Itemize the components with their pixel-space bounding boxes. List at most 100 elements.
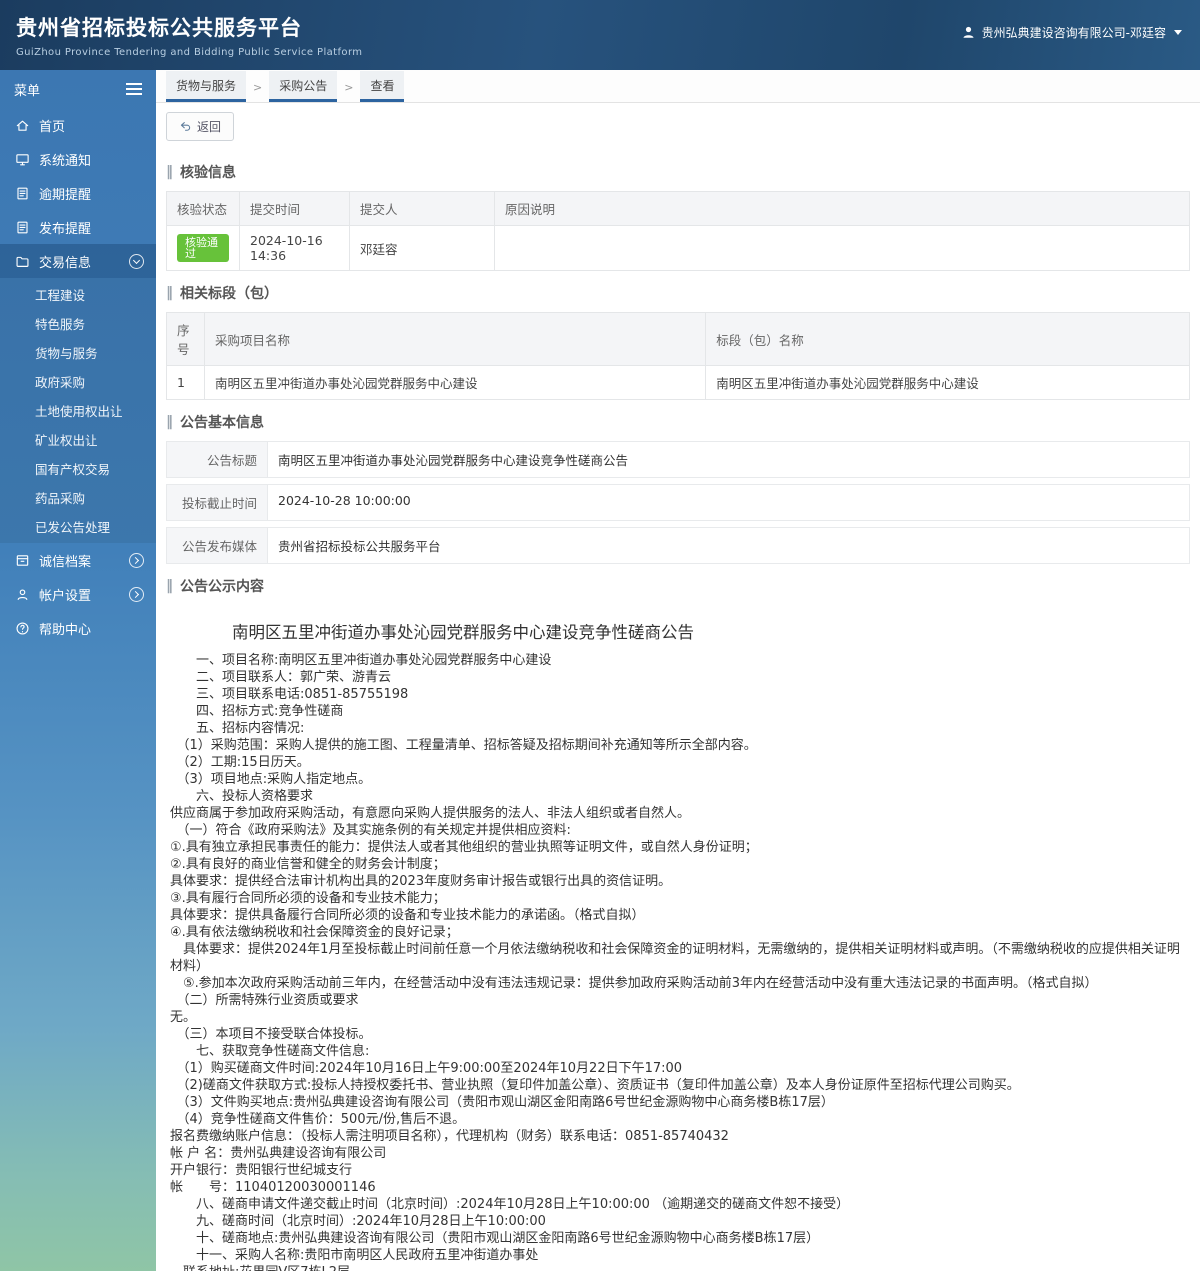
content-paragraph: 具体要求：提供经合法审计机构出具的2023年度财务审计报告或银行出具的资信证明。 (170, 874, 672, 889)
sidebar-item-label: 系统通知 (39, 153, 92, 169)
sidebar-item-system-notice[interactable]: 系统通知 (0, 142, 156, 176)
field-label: 投标截止时间 (166, 484, 268, 521)
sidebar-subitem-engineering[interactable]: 工程建设 (0, 280, 156, 309)
info-row-title: 公告标题 南明区五里冲街道办事处沁园党群服务中心建设竞争性磋商公告 (166, 441, 1190, 478)
subitem-label: 政府采购 (35, 375, 86, 390)
question-icon (16, 621, 29, 635)
sidebar-item-label: 发布提醒 (39, 221, 92, 237)
toolbar: 返回 (156, 103, 1200, 150)
notice-content: 南明区五里冲街道办事处沁园党群服务中心建设竞争性磋商公告 一、项目名称:南明区五… (166, 605, 1190, 1271)
field-label: 公告发布媒体 (166, 527, 268, 564)
sidebar-subitem-published-announcements[interactable]: 已发公告处理 (0, 512, 156, 541)
breadcrumb-item-procurement-announcement[interactable]: 采购公告 (269, 71, 338, 102)
sidebar-item-integrity-archive[interactable]: 诚信档案 (0, 543, 156, 577)
notice-section: ‖ 公告公示内容 南明区五里冲街道办事处沁园党群服务中心建设竞争性磋商公告 一、… (166, 576, 1190, 1271)
section-title: ‖ 公告基本信息 (166, 412, 1190, 432)
content-paragraph: （2）工期:15日历天。 (170, 755, 310, 770)
breadcrumb-item-goods-services[interactable]: 货物与服务 (166, 71, 247, 102)
column-header: 原因说明 (494, 191, 1190, 226)
content-paragraph: 供应商属于参加政府采购活动，有意愿向采购人提供服务的法人、非法人组织或者自然人。 (170, 806, 691, 821)
content-paragraph: 五、招标内容情况: (170, 721, 305, 736)
content-paragraph: 无。 (170, 1009, 197, 1025)
chevron-down-icon (129, 253, 144, 269)
status-badge: 核验通过 (177, 234, 229, 262)
subitem-label: 土地使用权出让 (35, 404, 123, 419)
menu-label: 菜单 (14, 83, 41, 99)
sidebar-item-label: 首页 (39, 119, 66, 135)
sidebar-subitem-land-use-rights[interactable]: 土地使用权出让 (0, 396, 156, 425)
content-paragraph: 具体要求：提供2024年1月至投标截止时间前任意一个月依法缴纳税收和社会保障资金… (170, 942, 1180, 974)
monitor-icon (16, 153, 29, 165)
sidebar-subitem-state-property[interactable]: 国有产权交易 (0, 454, 156, 483)
sidebar-menu-header: 菜单 (0, 70, 156, 108)
content-paragraph: ⑤.参加本次政府采购活动前三年内，在经营活动中没有违法违规记录：提供参加政府采购… (170, 975, 1098, 991)
section-title-text: 相关标段（包） (180, 286, 278, 302)
field-value: 2024-10-28 10:00:00 (268, 484, 1190, 521)
info-row-deadline: 投标截止时间 2024-10-28 10:00:00 (166, 484, 1190, 521)
subitem-label: 已发公告处理 (35, 520, 111, 535)
column-header: 序号 (166, 312, 205, 366)
content-paragraph: 四、招标方式:竞争性磋商 (170, 704, 344, 719)
basic-info-section: ‖ 公告基本信息 公告标题 南明区五里冲街道办事处沁园党群服务中心建设竞争性磋商… (166, 412, 1190, 564)
table-header-row: 核验状态 提交时间 提交人 原因说明 (166, 191, 1190, 226)
home-icon (16, 120, 29, 131)
app-header: 贵州省招标投标公共服务平台 GuiZhou Province Tendering… (0, 0, 1200, 70)
back-button-label: 返回 (197, 120, 222, 134)
verification-section: ‖ 核验信息 核验状态 提交时间 提交人 原因说明 核验通过 2024-10-1… (166, 162, 1190, 271)
content-paragraph: （2)磋商文件获取方式:投标人持授权委托书、营业执照（复印件加盖公章）、资质证书… (170, 1077, 1020, 1093)
section-title: ‖ 公告公示内容 (166, 576, 1190, 596)
breadcrumb: 货物与服务 > 采购公告 > 查看 (156, 70, 1200, 103)
sidebar-item-publish-reminder[interactable]: 发布提醒 (0, 210, 156, 244)
content-paragraph: 帐 户 名：贵州弘典建设咨询有限公司 (170, 1145, 387, 1161)
user-icon (963, 26, 974, 38)
content-paragraph: 开户银行：贵阳银行世纪城支行 (170, 1162, 353, 1178)
content-paragraph: （3）文件购买地点:贵州弘典建设咨询有限公司（贵阳市观山湖区金阳南路6号世纪金源… (170, 1094, 834, 1110)
content-paragraph: （1）购买磋商文件时间:2024年10月16日上午9:00:00至2024年10… (170, 1060, 683, 1076)
chevron-right-icon (129, 552, 144, 568)
content-paragraph: 八、磋商申请文件递交截止时间（北京时间）:2024年10月28日上午10:00:… (170, 1196, 850, 1212)
section-title-text: 公告公示内容 (180, 579, 264, 595)
sidebar-subitem-drug-procurement[interactable]: 药品采购 (0, 483, 156, 512)
verification-reason-cell (494, 225, 1190, 271)
subitem-label: 药品采购 (35, 491, 86, 506)
sidebar-subitem-goods-services[interactable]: 货物与服务 (0, 338, 156, 367)
user-menu[interactable]: 贵州弘典建设咨询有限公司-邓廷容 (961, 24, 1182, 41)
caret-down-icon (1174, 30, 1182, 35)
sidebar-item-label: 帐户设置 (39, 588, 92, 604)
section-title: ‖ 相关标段（包） (166, 283, 1190, 303)
user-name: 贵州弘典建设咨询有限公司-邓廷容 (981, 26, 1166, 40)
content-paragraph: ③.具有履行合同所必须的设备和专业技术能力； (170, 891, 446, 906)
content-paragraph: （1）采购范围：采购人提供的施工图、工程量清单、招标答疑及招标期间补充通知等所示… (170, 738, 757, 753)
column-header: 提交人 (349, 191, 495, 226)
column-header: 标段（包）名称 (705, 312, 1190, 366)
sidebar-item-label: 交易信息 (39, 255, 92, 271)
content-paragraph: （4）竞争性磋商文件售价：500元/份,售后不退。 (170, 1111, 466, 1127)
sidebar-subitem-featured-services[interactable]: 特色服务 (0, 309, 156, 338)
info-row-media: 公告发布媒体 贵州省招标投标公共服务平台 (166, 527, 1190, 564)
hamburger-icon[interactable] (126, 83, 142, 95)
sidebar-item-home[interactable]: 首页 (0, 108, 156, 142)
packages-table: 序号 采购项目名称 标段（包）名称 1 南明区五里冲街道办事处沁园党群服务中心建… (166, 312, 1190, 400)
packages-section: ‖ 相关标段（包） 序号 采购项目名称 标段（包）名称 1 南明区五里冲街道办事… (166, 283, 1190, 400)
sidebar-item-overdue-reminder[interactable]: 逾期提醒 (0, 176, 156, 210)
content-paragraph: 具体要求：提供具备履行合同所必须的设备和专业技术能力的承诺函。（格式自拟） (170, 908, 645, 923)
content-paragraph: 十一、采购人名称:贵阳市南明区人民政府五里冲街道办事处 (170, 1247, 539, 1263)
app-subtitle: GuiZhou Province Tendering and Bidding P… (16, 47, 363, 58)
content-paragraph: 九、磋商时间（北京时间）:2024年10月28日上午10:00:00 (170, 1213, 546, 1229)
package-no-cell: 1 (166, 365, 205, 400)
content-paragraph: 十、磋商地点:贵州弘典建设咨询有限公司（贵阳市观山湖区金阳南路6号世纪金源购物中… (170, 1230, 820, 1246)
content-paragraph: 报名费缴纳账户信息：（投标人需注明项目名称），代理机构（财务）联系电话：0851… (170, 1128, 729, 1144)
table-header-row: 序号 采购项目名称 标段（包）名称 (166, 312, 1190, 366)
sidebar-subitem-gov-procurement[interactable]: 政府采购 (0, 367, 156, 396)
back-button[interactable]: 返回 (166, 112, 235, 141)
sidebar-item-account-settings[interactable]: 帐户设置 (0, 577, 156, 611)
field-value: 南明区五里冲街道办事处沁园党群服务中心建设竞争性磋商公告 (268, 441, 1190, 478)
breadcrumb-separator: > (344, 81, 354, 94)
content-paragraph: （二）所需特殊行业资质或要求 (170, 992, 359, 1008)
verification-time-cell: 2024-10-16 14:36 (239, 225, 350, 271)
sidebar-subitem-mining-rights[interactable]: 矿业权出让 (0, 425, 156, 454)
sidebar-item-transaction-info[interactable]: 交易信息 (0, 244, 156, 278)
content-paragraph: ①.具有独立承担民事责任的能力：提供法人或者其他组织的营业执照等证明文件，或自然… (170, 840, 758, 855)
breadcrumb-item-view[interactable]: 查看 (360, 71, 405, 102)
sidebar-item-help-center[interactable]: 帮助中心 (0, 611, 156, 645)
